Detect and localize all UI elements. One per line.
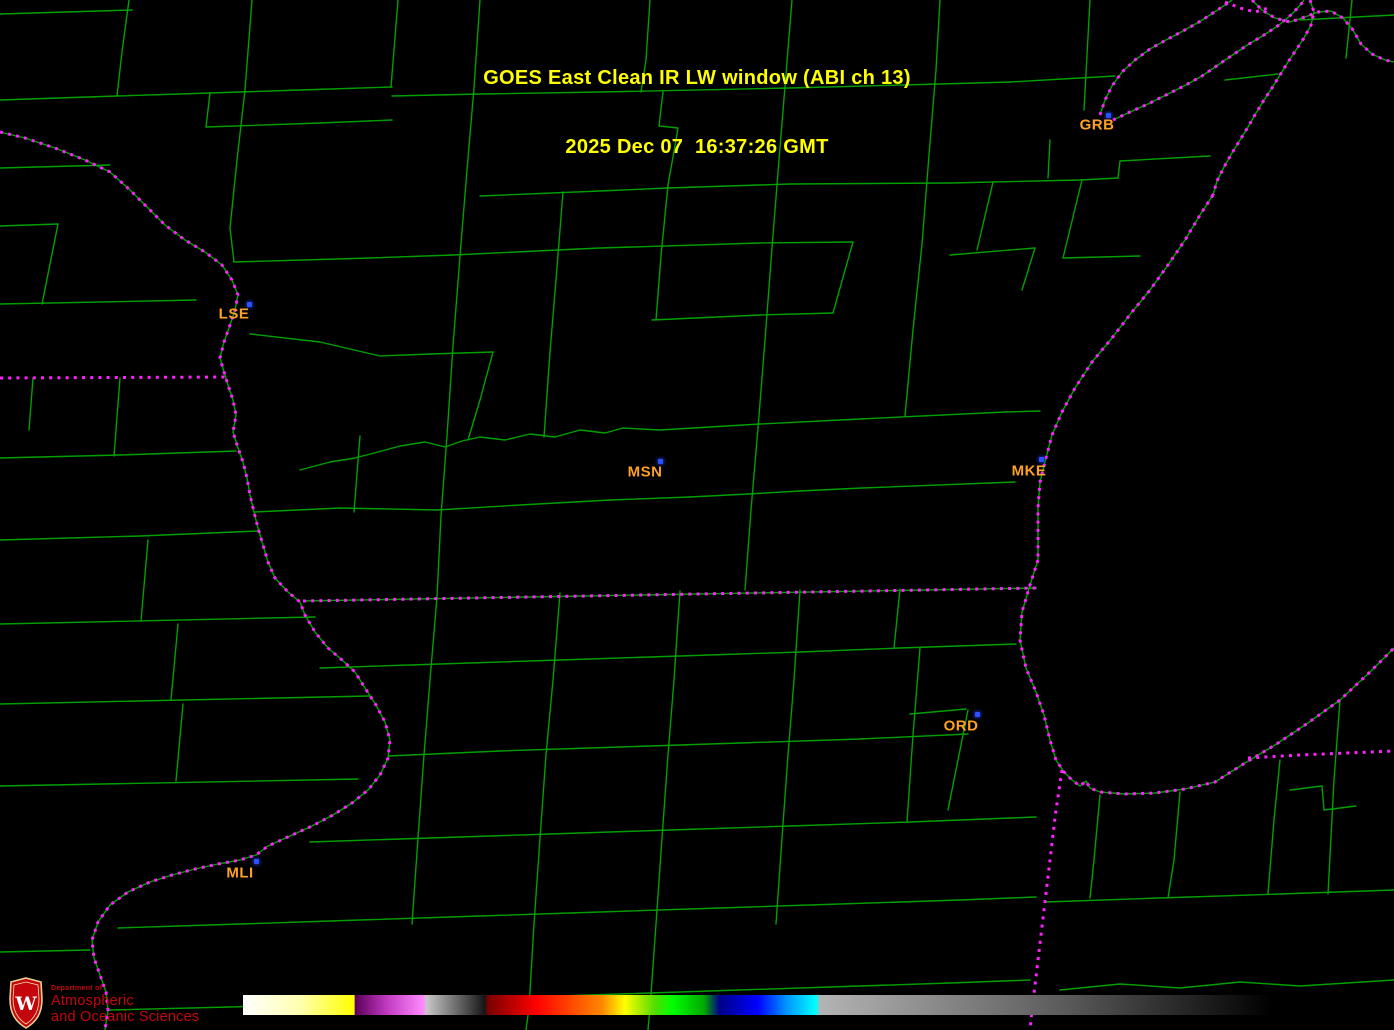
uw-aos-logo: W Department of Atmospheric and Oceanic … [8, 977, 199, 1029]
satellite-image-viewport: GOES East Clean IR LW window (ABI ch 13)… [0, 0, 1394, 1030]
station-label: GRB [1079, 116, 1115, 134]
station-label: LSE [218, 305, 250, 323]
station-dot [253, 858, 259, 864]
station-label: MLI [226, 864, 254, 882]
station-label: MSN [627, 463, 663, 481]
logo-text: Department of Atmospheric and Oceanic Sc… [51, 985, 199, 1025]
uw-crest-icon: W [9, 977, 43, 1029]
logo-line-2: and Oceanic Sciences [51, 1009, 200, 1025]
station-label: MKE [1011, 462, 1047, 480]
crest-letter: W [14, 993, 37, 1015]
stations-layer: GRB LSE MSN MKE ORD MLI [0, 0, 1394, 1030]
station-dot [1038, 456, 1044, 462]
colorbar [243, 995, 1272, 1015]
logo-line-1: Atmospheric [51, 993, 134, 1009]
station-label: ORD [943, 717, 979, 735]
station-dot [974, 711, 980, 717]
logo-dept-line: Department of [51, 985, 103, 992]
